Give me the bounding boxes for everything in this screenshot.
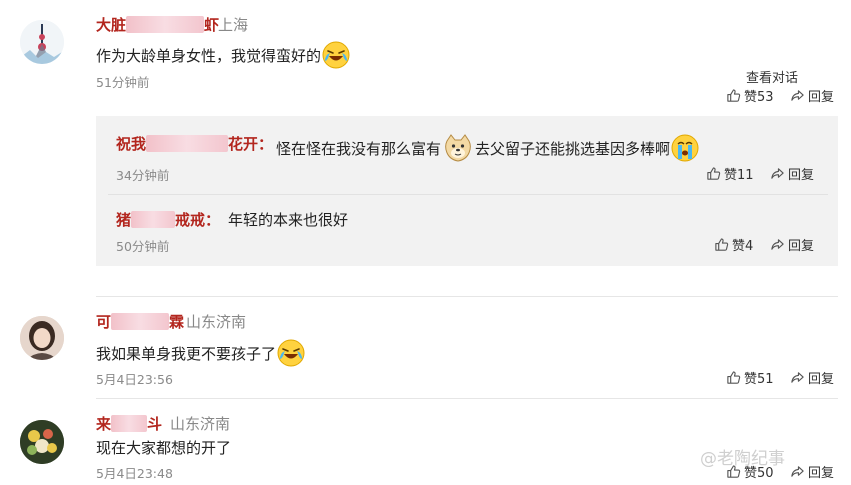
timestamp: 51分钟前 [96, 75, 150, 90]
thumbs-up-icon [706, 166, 721, 181]
like-count: 赞53 [744, 90, 774, 105]
reply-username[interactable]: 猪戒戒： [116, 209, 220, 230]
reply-button[interactable]: 回复 [790, 462, 834, 481]
comment-divider [96, 398, 838, 399]
reply-timestamp: 34分钟前 [116, 168, 170, 183]
crying-emoji [670, 133, 700, 163]
avatar[interactable] [20, 20, 64, 64]
laughing-tears-emoji [321, 40, 351, 70]
thumbs-up-icon [726, 88, 741, 103]
share-arrow-icon [790, 88, 805, 103]
username[interactable]: 可霖 [96, 311, 184, 332]
name-mask [111, 415, 148, 432]
name-mask [146, 135, 229, 152]
location: 上海 [218, 16, 249, 34]
username[interactable]: 大脏虾 [96, 14, 219, 35]
username[interactable]: 来斗 [96, 413, 162, 434]
name-mask [111, 313, 170, 330]
comment-text: 作为大龄单身女性，我觉得蛮好的 [96, 40, 351, 70]
reply-button[interactable]: 回复 [770, 164, 814, 183]
reply-button[interactable]: 回复 [790, 86, 834, 105]
like-button[interactable]: 赞11 [706, 164, 754, 183]
like-button[interactable]: 赞51 [726, 368, 774, 387]
timestamp: 5月4日23:48 [96, 466, 173, 481]
location: 山东济南 [170, 415, 231, 433]
view-conversation-link[interactable]: 查看对话 [746, 67, 798, 86]
reply-button[interactable]: 回复 [790, 368, 834, 387]
comment-text: 现在大家都想的开了 [96, 439, 232, 457]
doge-emoji [443, 133, 473, 163]
flower-avatar-icon [20, 420, 64, 464]
reply-timestamp: 50分钟前 [116, 239, 170, 254]
location: 山东济南 [186, 313, 247, 331]
reply-divider [108, 194, 828, 195]
share-arrow-icon [770, 166, 785, 181]
thumbs-up-icon [714, 237, 729, 252]
comment-text: 我如果单身我更不要孩子了 [96, 338, 306, 368]
timestamp: 5月4日23:56 [96, 372, 173, 387]
reply-text: 年轻的本来也很好 [228, 211, 349, 229]
watermark: @老陶纪事 [700, 449, 785, 469]
portrait-avatar-icon [20, 316, 64, 360]
share-arrow-icon [770, 237, 785, 252]
share-arrow-icon [790, 464, 805, 479]
avatar[interactable] [20, 316, 64, 360]
avatar[interactable] [20, 420, 64, 464]
share-arrow-icon [790, 370, 805, 385]
reply-username[interactable]: 祝我 花开： [116, 133, 273, 154]
name-mask [131, 211, 176, 228]
laughing-tears-emoji [276, 338, 306, 368]
reply-button[interactable]: 回复 [770, 235, 814, 254]
like-button[interactable]: 赞53 [726, 86, 774, 105]
like-button[interactable]: 赞4 [714, 235, 753, 254]
tower-avatar-icon [20, 20, 64, 64]
thumbs-up-icon [726, 370, 741, 385]
reply-text: 怪在怪在我没有那么富有 去父留子还能挑选基因多棒啊 [276, 133, 700, 163]
name-mask [126, 16, 205, 33]
comment-divider [96, 296, 838, 297]
